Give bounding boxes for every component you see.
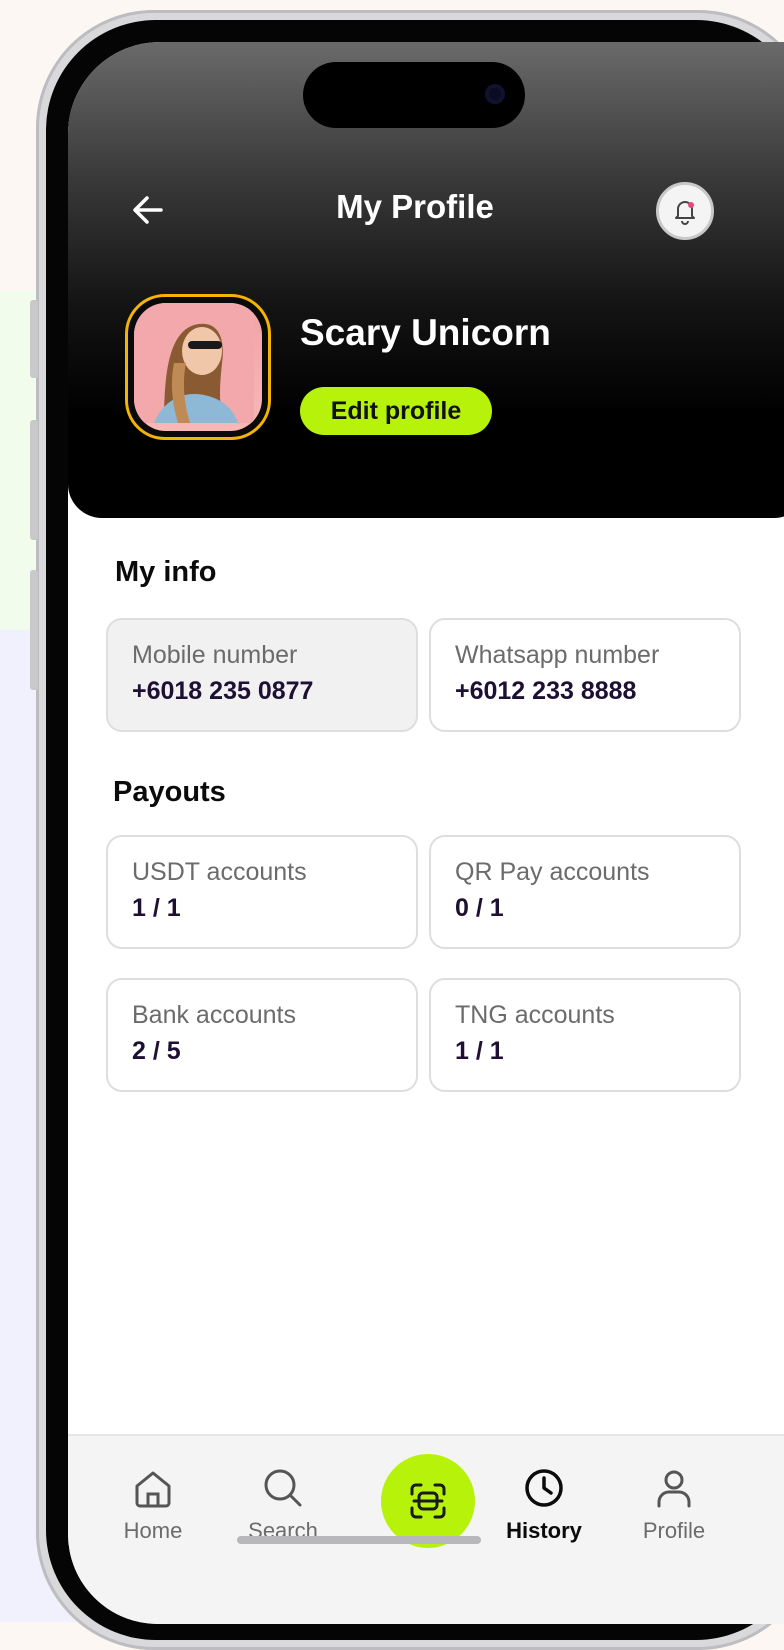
nav-item-history[interactable]: History	[484, 1466, 604, 1544]
dynamic-island	[303, 62, 525, 128]
nav-item-profile[interactable]: Profile	[614, 1466, 734, 1544]
edit-profile-button[interactable]: Edit profile	[300, 387, 492, 435]
card-value: +6012 233 8888	[455, 677, 637, 705]
card-value: +6018 235 0877	[132, 677, 314, 705]
bell-icon	[675, 201, 695, 225]
usdt-accounts-card[interactable]: USDT accounts 1 / 1	[106, 835, 418, 949]
card-label: QR Pay accounts	[455, 858, 650, 886]
card-value: 1 / 1	[132, 894, 181, 922]
phone-side-button	[30, 300, 38, 378]
tng-accounts-card[interactable]: TNG accounts 1 / 1	[429, 978, 741, 1092]
person-photo-icon	[134, 303, 254, 423]
card-label: Mobile number	[132, 641, 298, 669]
qr-pay-accounts-card[interactable]: QR Pay accounts 0 / 1	[429, 835, 741, 949]
home-indicator	[237, 1536, 481, 1544]
card-label: Whatsapp number	[455, 641, 660, 669]
bank-accounts-card[interactable]: Bank accounts 2 / 5	[106, 978, 418, 1092]
my-info-title: My info	[115, 556, 217, 588]
clock-icon	[525, 1469, 563, 1507]
card-value: 0 / 1	[455, 894, 504, 922]
phone-side-button	[30, 570, 38, 690]
nav-item-search[interactable]: Search	[223, 1466, 343, 1544]
card-label: Bank accounts	[132, 1001, 296, 1029]
home-icon	[135, 1471, 171, 1508]
card-label: TNG accounts	[455, 1001, 615, 1029]
phone-side-button	[30, 420, 38, 540]
whatsapp-number-card[interactable]: Whatsapp number +6012 233 8888	[429, 618, 741, 732]
profile-header: My Profile Scary Unicorn Edit profile	[68, 42, 784, 518]
nav-label: Home	[123, 1518, 183, 1543]
payouts-title: Payouts	[113, 776, 226, 808]
scan-icon	[410, 1483, 446, 1519]
avatar-image	[134, 303, 262, 431]
card-value: 1 / 1	[455, 1037, 504, 1065]
card-label: USDT accounts	[132, 858, 307, 886]
bottom-nav: Home Search History Profile	[68, 1434, 784, 1624]
avatar[interactable]	[125, 294, 271, 440]
profile-name: Scary Unicorn	[300, 312, 551, 353]
scan-button[interactable]	[381, 1454, 475, 1548]
notification-button[interactable]	[656, 182, 714, 240]
nav-label: History	[506, 1518, 582, 1543]
app-screen: My Profile Scary Unicorn Edit profile My…	[68, 42, 784, 1624]
mobile-number-card[interactable]: Mobile number +6018 235 0877	[106, 618, 418, 732]
camera-icon	[485, 84, 505, 104]
nav-label: Profile	[642, 1518, 706, 1543]
card-value: 2 / 5	[132, 1037, 181, 1065]
nav-item-home[interactable]: Home	[93, 1466, 213, 1544]
search-icon	[264, 1469, 302, 1507]
user-icon	[657, 1470, 691, 1508]
